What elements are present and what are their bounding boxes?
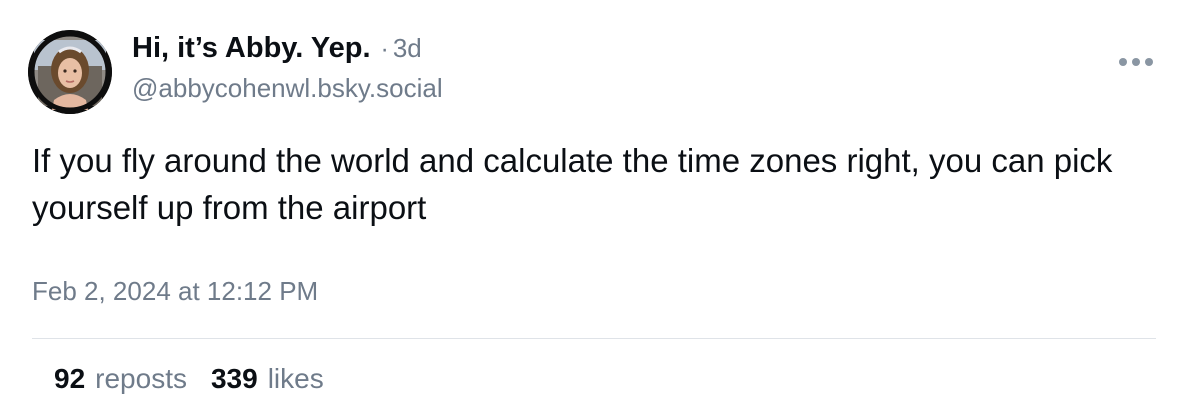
more-options-button[interactable] <box>1118 50 1154 74</box>
reposts-stat[interactable]: 92 reposts <box>54 363 187 395</box>
post-time-ago[interactable]: 3d <box>393 33 422 64</box>
post-timestamp: Feb 2, 2024 at 12:12 PM <box>32 276 319 306</box>
ellipsis-icon <box>1119 58 1153 66</box>
likes-stat[interactable]: 339 likes <box>211 363 324 395</box>
divider <box>32 338 1156 339</box>
name-line: Hi, it’s Abby. Yep. · 3d <box>132 32 443 65</box>
author-avatar[interactable] <box>28 30 112 114</box>
author-display-name[interactable]: Hi, it’s Abby. Yep. <box>132 32 371 65</box>
post-header: Hi, it’s Abby. Yep. · 3d @abbycohenwl.bs… <box>132 32 443 104</box>
post-text: If you fly around the world and calculat… <box>32 142 1113 226</box>
author-handle[interactable]: @abbycohenwl.bsky.social <box>132 73 443 104</box>
separator-dot: · <box>380 35 389 63</box>
post-card: Hi, it’s Abby. Yep. · 3d @abbycohenwl.bs… <box>0 0 1188 414</box>
reposts-count: 92 <box>54 363 86 394</box>
reposts-label: reposts <box>95 363 187 394</box>
post-stats: 92 reposts 339 likes <box>54 363 324 395</box>
profile-photo-icon <box>28 30 112 114</box>
likes-label: likes <box>267 363 324 394</box>
likes-count: 339 <box>210 363 258 394</box>
